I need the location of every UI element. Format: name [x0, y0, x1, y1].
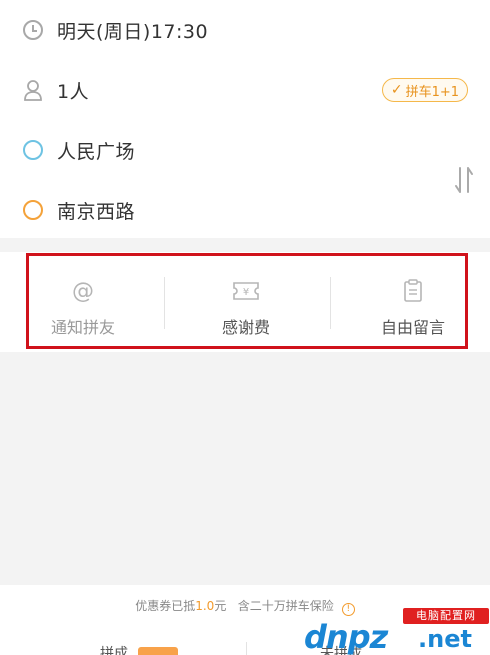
action-divider: [330, 277, 331, 329]
button-divider: [246, 642, 247, 655]
carpooled-button[interactable]: 拼成: [100, 643, 178, 655]
notify-partner-label: 通知拼友: [50, 318, 115, 337]
coupon-prefix: 优惠券已抵: [135, 599, 196, 613]
free-message-label: 自由留言: [380, 318, 445, 337]
person-icon: [22, 79, 44, 101]
at-icon: @: [72, 278, 94, 304]
coupon-suffix: 元: [214, 599, 227, 613]
clock-icon: [22, 19, 44, 41]
watermark-logo: dnpz: [304, 618, 388, 655]
check-icon: ✓: [390, 82, 403, 98]
price-tag: [138, 647, 178, 655]
start-location: 人民广场: [57, 140, 136, 163]
start-location-row[interactable]: 人民广场: [0, 130, 490, 170]
start-dot-icon: [22, 139, 44, 161]
swap-locations-icon[interactable]: [452, 164, 476, 196]
time-row[interactable]: 明天(周日)17:30: [0, 10, 490, 50]
watermark-site-name: 电脑配置网: [403, 608, 489, 624]
thanks-fee-button[interactable]: ¥ 感谢费: [176, 252, 316, 352]
coupon-amount: 1.0: [195, 599, 215, 613]
carpool-badge[interactable]: ✓ 拼车1+1: [381, 78, 468, 102]
ticket-yen-icon: ¥: [232, 279, 260, 303]
watermark: 电脑配置网 dnpz .net: [300, 608, 490, 655]
carpooled-label: 拼成: [100, 646, 128, 655]
passenger-count: 1人: [57, 80, 90, 103]
end-location-row[interactable]: 南京西路: [0, 190, 490, 230]
end-location: 南京西路: [57, 200, 136, 223]
departure-time: 明天(周日)17:30: [57, 20, 209, 43]
clipboard-icon: [403, 279, 423, 303]
action-divider: [164, 277, 165, 329]
svg-text:¥: ¥: [243, 287, 249, 298]
end-dot-icon: [22, 199, 44, 221]
thanks-fee-label: 感谢费: [221, 318, 270, 337]
carpool-badge-label: 拼车1+1: [405, 84, 459, 100]
free-message-button[interactable]: 自由留言: [343, 252, 483, 352]
watermark-domain: .net: [418, 625, 472, 653]
section-divider: [0, 238, 490, 252]
notify-partner-button[interactable]: @ 通知拼友: [13, 252, 153, 352]
